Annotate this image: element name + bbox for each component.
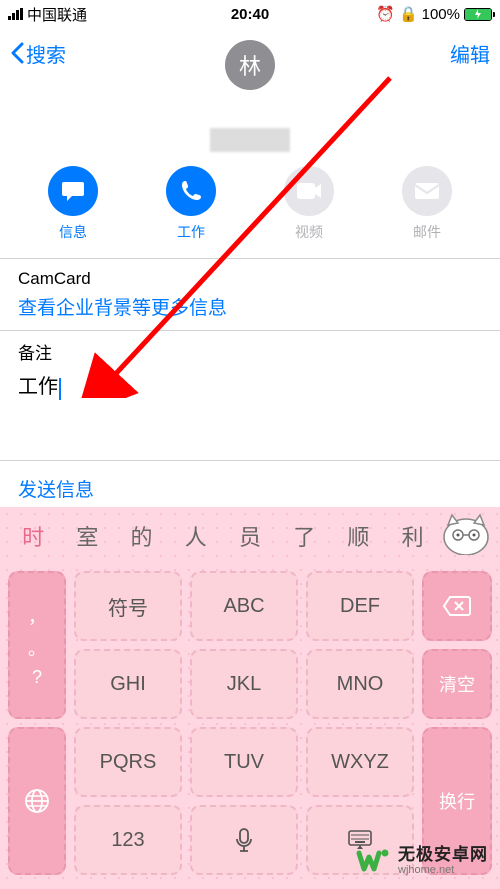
mail-button: 邮件 (402, 166, 452, 242)
key-jkl[interactable]: JKL (190, 649, 298, 719)
status-time: 20:40 (231, 6, 269, 23)
call-label: 工作 (177, 222, 205, 242)
chevron-left-icon (10, 42, 24, 64)
candidate[interactable]: 的 (114, 520, 168, 552)
candidate[interactable]: 利 (386, 520, 440, 552)
battery-percent: 100% (422, 6, 460, 23)
watermark: 无极安卓网 wjhome.net (352, 841, 492, 881)
candidate[interactable]: 人 (169, 520, 223, 552)
keyboard: 时 室 的 人 员 了 顺 利 中 ， 。 ? 符号 ABC DEF GHI J… (0, 507, 500, 889)
key-punctuation[interactable]: ， 。 ? (8, 571, 66, 719)
key-clear[interactable]: 清空 (422, 649, 492, 719)
key-mno[interactable]: MNO (306, 649, 414, 719)
contact-name-redacted (210, 128, 290, 152)
back-button[interactable]: 搜索 (10, 39, 66, 68)
action-row: 信息 工作 视频 邮件 (0, 166, 500, 258)
backspace-icon (442, 595, 472, 617)
mail-label: 邮件 (413, 222, 441, 242)
edit-button[interactable]: 编辑 (450, 39, 490, 68)
text-cursor (59, 378, 61, 400)
key-symbols[interactable]: 符号 (74, 571, 182, 641)
mail-icon (402, 166, 452, 216)
call-button[interactable]: 工作 (166, 166, 216, 242)
microphone-icon (235, 827, 253, 853)
keyboard-mascot-icon (438, 511, 494, 555)
camcard-link: 查看企业背景等更多信息 (18, 293, 482, 320)
back-label: 搜索 (26, 39, 66, 68)
battery-icon (464, 8, 492, 21)
signal-icon (8, 8, 23, 20)
message-icon (48, 166, 98, 216)
candidate[interactable]: 了 (277, 520, 331, 552)
notes-cell[interactable]: 备注 工作 (0, 331, 500, 460)
watermark-logo-icon (356, 843, 392, 879)
message-label: 信息 (59, 222, 87, 242)
watermark-name: 无极安卓网 (398, 846, 488, 865)
key-def[interactable]: DEF (306, 571, 414, 641)
orientation-lock-icon: 🔒 (399, 5, 418, 23)
carrier-label: 中国联通 (27, 4, 87, 25)
globe-icon (24, 788, 50, 814)
watermark-url: wjhome.net (398, 864, 488, 876)
video-label: 视频 (295, 222, 323, 242)
candidate[interactable]: 员 (223, 520, 277, 552)
key-globe[interactable] (8, 727, 66, 875)
camcard-cell[interactable]: CamCard 查看企业背景等更多信息 (0, 259, 500, 330)
video-icon (284, 166, 334, 216)
candidate[interactable]: 室 (60, 520, 114, 552)
key-voice[interactable] (190, 805, 298, 875)
candidate[interactable]: 时 (6, 520, 60, 552)
notes-label: 备注 (18, 339, 482, 364)
camcard-title: CamCard (18, 269, 482, 289)
candidate-bar: 时 室 的 人 员 了 顺 利 中 (0, 507, 500, 565)
candidate[interactable]: 顺 (331, 520, 385, 552)
alarm-icon: ⏰ (376, 5, 395, 23)
key-wxyz[interactable]: WXYZ (306, 727, 414, 797)
avatar: 林 (225, 40, 275, 90)
key-abc[interactable]: ABC (190, 571, 298, 641)
key-tuv[interactable]: TUV (190, 727, 298, 797)
key-pqrs[interactable]: PQRS (74, 727, 182, 797)
phone-icon (166, 166, 216, 216)
key-123[interactable]: 123 (74, 805, 182, 875)
video-button: 视频 (284, 166, 334, 242)
battery-charging-icon (465, 9, 491, 20)
status-bar: 中国联通 20:40 ⏰ 🔒 100% (0, 0, 500, 28)
key-ghi[interactable]: GHI (74, 649, 182, 719)
message-button[interactable]: 信息 (48, 166, 98, 242)
notes-input[interactable]: 工作 (18, 370, 58, 399)
key-backspace[interactable] (422, 571, 492, 641)
